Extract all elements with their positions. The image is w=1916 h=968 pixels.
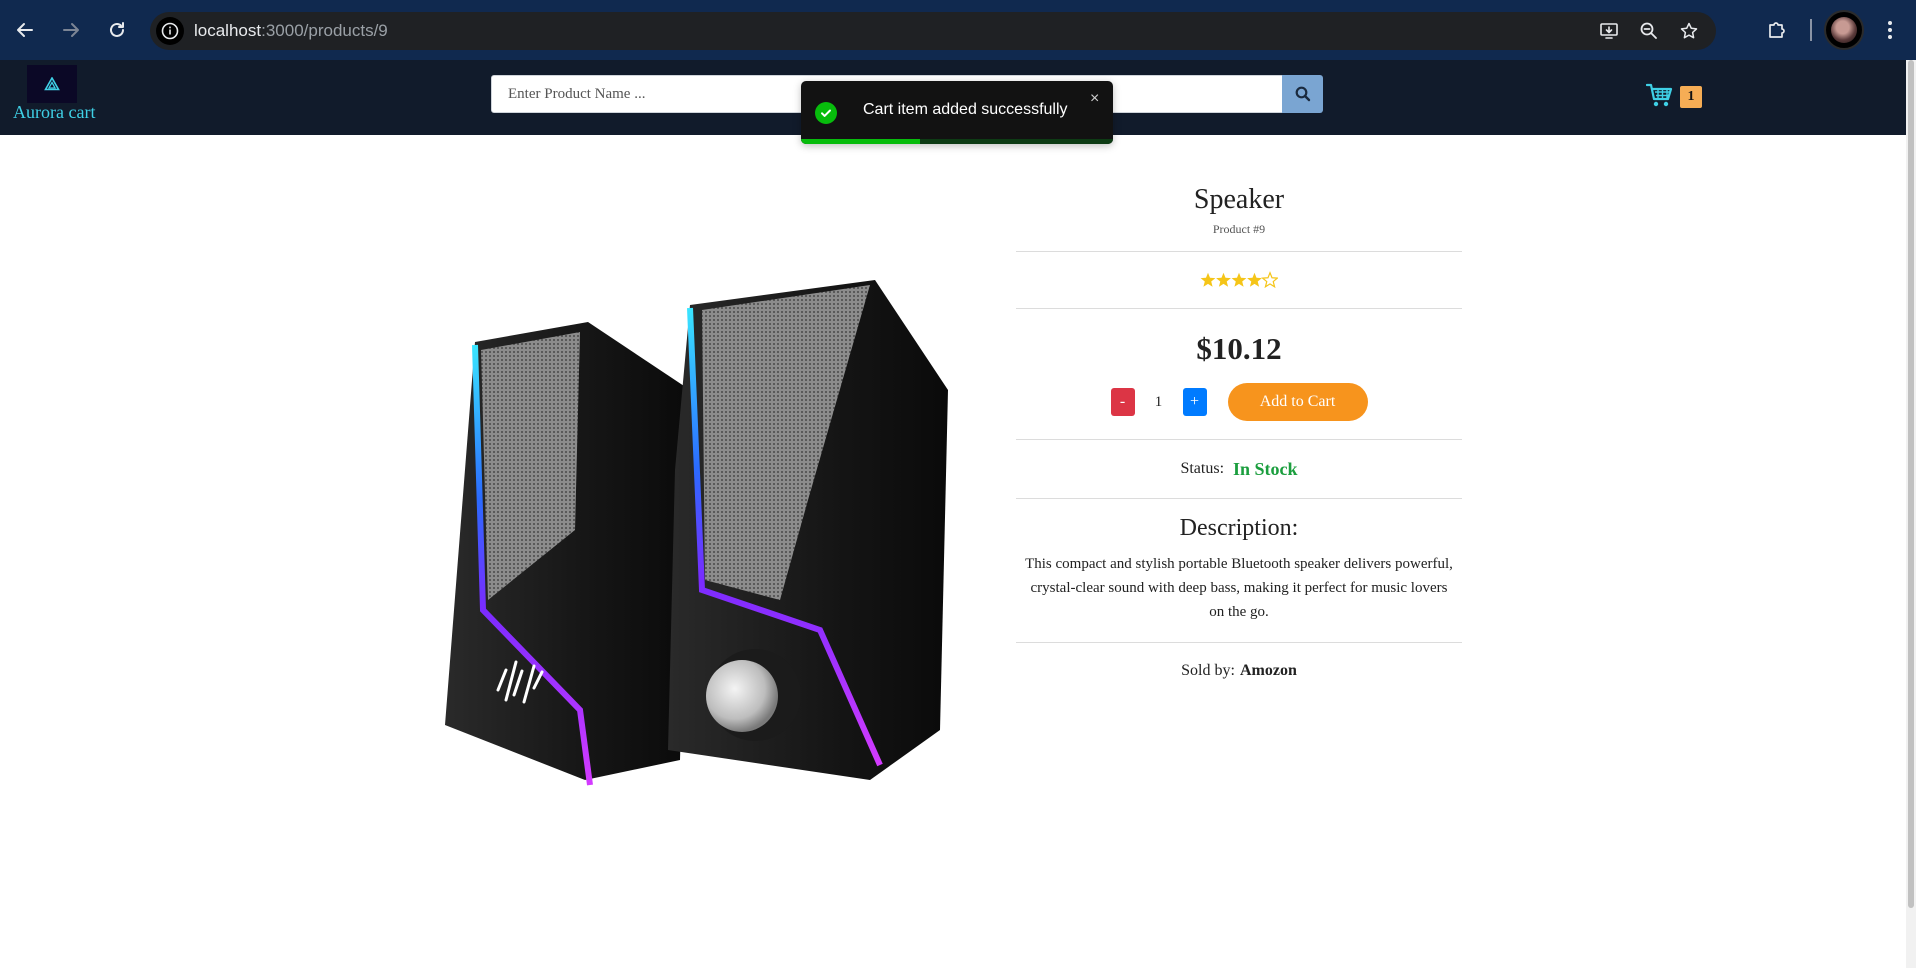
- divider: [1016, 308, 1462, 309]
- star-filled-icon: [1231, 272, 1247, 287]
- product-image: [445, 280, 948, 786]
- browser-toolbar: localhost:3000/products/9: [0, 0, 1916, 60]
- bookmark-button[interactable]: [1674, 16, 1704, 46]
- toast-message: Cart item added successfully: [863, 101, 1068, 118]
- url-host: localhost: [194, 21, 262, 40]
- reload-icon: [110, 22, 124, 37]
- install-app-button[interactable]: [1594, 16, 1624, 46]
- zoom-icon: [1640, 22, 1657, 39]
- quantity-stepper: - 1 + Add to Cart: [1016, 383, 1462, 421]
- product-details: Speaker Product #9 $10.12 - 1 + Add to C…: [1016, 180, 1462, 699]
- divider: [1016, 498, 1462, 499]
- avatar: [1831, 17, 1857, 43]
- logo-text[interactable]: Aurora cart: [13, 102, 95, 123]
- cart-icon[interactable]: [1646, 81, 1674, 109]
- star-filled-icon: [1247, 272, 1262, 287]
- rating-stars: [1016, 252, 1462, 308]
- product-id: Product #9: [1212, 222, 1266, 236]
- back-button[interactable]: [2, 7, 48, 53]
- kebab-menu-icon: [1888, 21, 1892, 39]
- star-filled-icon: [1216, 272, 1231, 287]
- arrow-left-icon: [17, 23, 33, 37]
- success-toast: Cart item added successfully ×: [801, 81, 1113, 144]
- puzzle-icon: [1769, 22, 1785, 38]
- address-bar[interactable]: localhost:3000/products/9: [150, 12, 1716, 50]
- stock-status: Status: In Stock: [1016, 440, 1462, 498]
- description-text: This compact and stylish portable Blueto…: [1025, 556, 1453, 620]
- info-icon: [161, 22, 179, 40]
- cart-count-badge[interactable]: 1: [1680, 86, 1702, 108]
- sold-by-label: Sold by:: [1181, 662, 1235, 679]
- seller-info: Sold by: Amozon: [1016, 643, 1462, 699]
- toast-close-button[interactable]: ×: [1090, 90, 1099, 108]
- decrease-quantity-button[interactable]: -: [1110, 388, 1135, 416]
- logo-icon: [44, 77, 60, 91]
- description-title: Description:: [1179, 515, 1299, 541]
- scrollbar-thumb[interactable]: [1908, 60, 1914, 908]
- forward-button[interactable]: [48, 7, 94, 53]
- increase-quantity-button[interactable]: +: [1182, 388, 1207, 416]
- search-icon: [1295, 86, 1310, 102]
- profile-avatar[interactable]: [1824, 10, 1864, 50]
- reload-button[interactable]: [94, 7, 140, 53]
- star-rating-icons: [1200, 271, 1278, 289]
- status-label: Status:: [1180, 460, 1225, 477]
- url-text: localhost:3000/products/9: [194, 21, 388, 41]
- check-circle-icon: [815, 102, 837, 124]
- install-app-icon: [1600, 23, 1618, 39]
- star-filled-icon: [1200, 272, 1216, 287]
- arrow-right-icon: [63, 23, 79, 37]
- browser-menu-button[interactable]: [1878, 15, 1902, 45]
- product-price: $10.12: [1196, 331, 1282, 366]
- star-empty-icon: [1261, 271, 1278, 289]
- page-scrollbar[interactable]: [1906, 60, 1916, 968]
- zoom-button[interactable]: [1634, 16, 1664, 46]
- add-to-cart-button[interactable]: Add to Cart: [1227, 383, 1368, 421]
- star-icon: [1680, 22, 1698, 39]
- url-path: :3000/products/9: [261, 21, 388, 40]
- toolbar-divider: [1810, 19, 1812, 41]
- quantity-value[interactable]: 1: [1135, 394, 1183, 411]
- site-info-button[interactable]: [156, 17, 184, 45]
- product-name: Speaker: [1193, 184, 1285, 215]
- toast-progress-bar: [801, 139, 920, 144]
- status-badge: In Stock: [1233, 458, 1298, 479]
- search-button[interactable]: [1282, 75, 1323, 113]
- extensions-button[interactable]: [1762, 15, 1792, 45]
- logo[interactable]: [27, 65, 77, 103]
- seller-name: Amozon: [1239, 662, 1297, 679]
